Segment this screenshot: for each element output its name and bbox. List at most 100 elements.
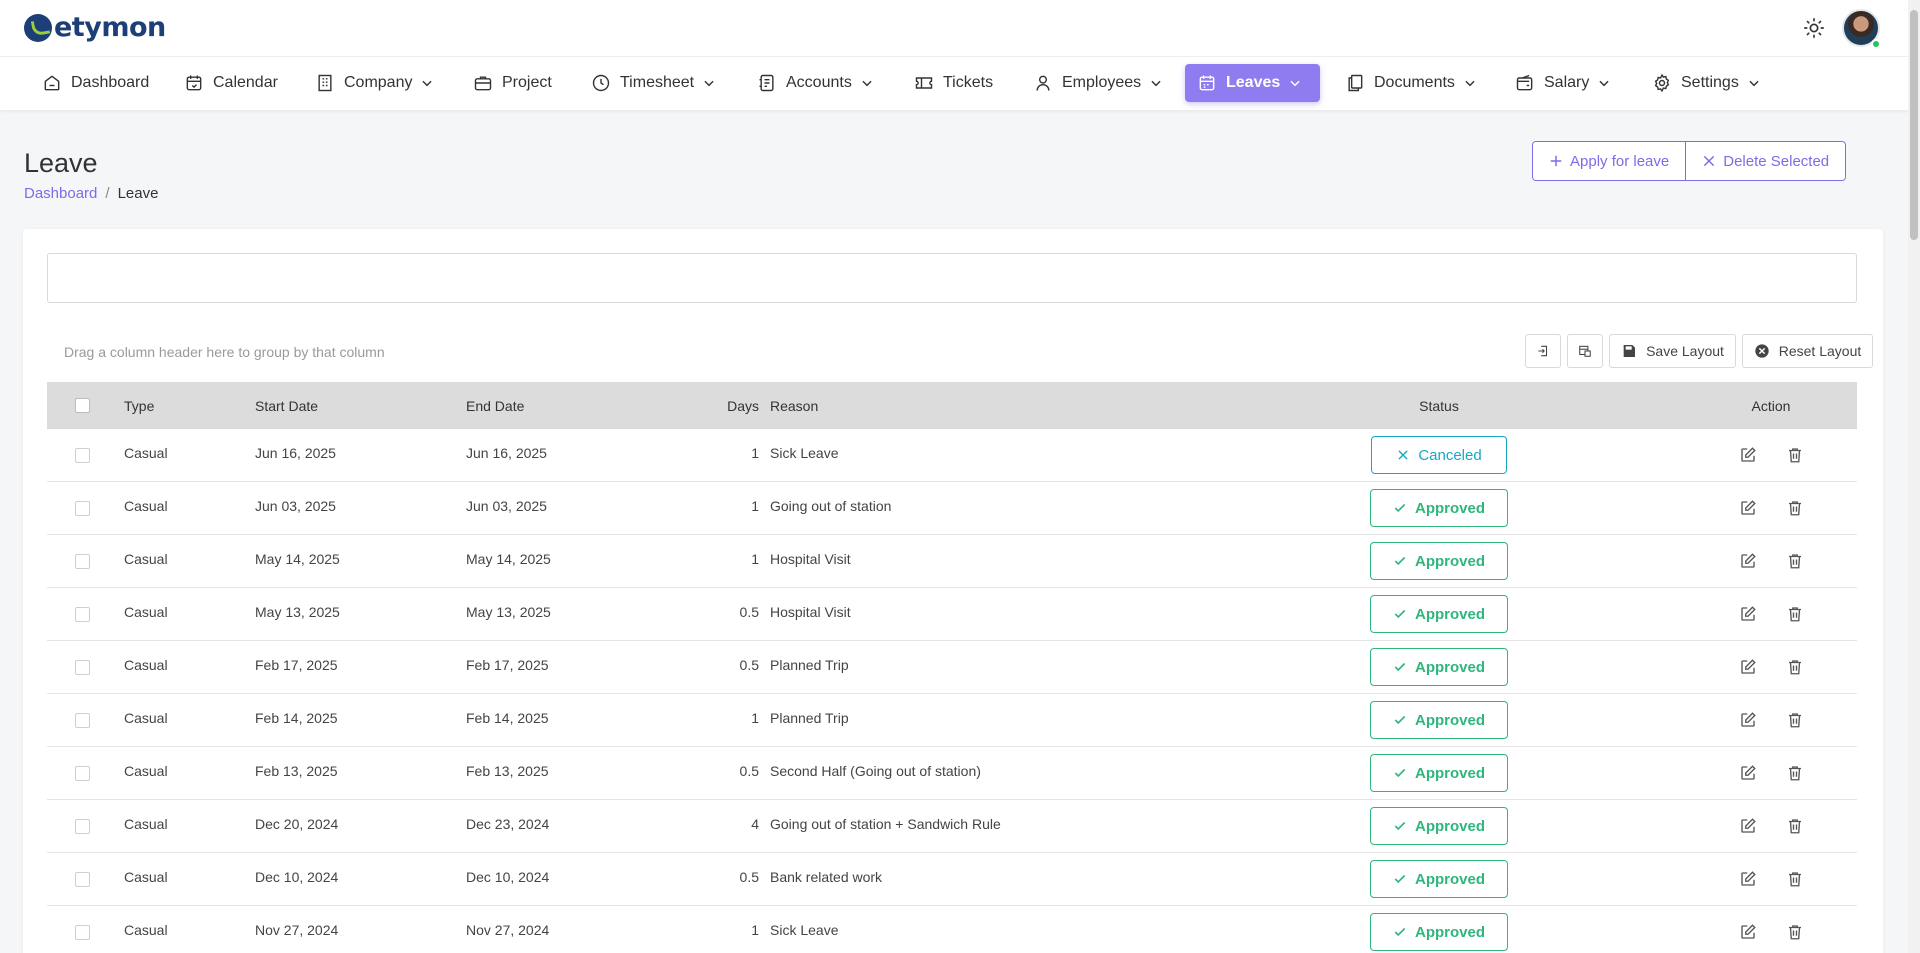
row-checkbox[interactable]: [75, 588, 90, 640]
chevron-down-icon: [422, 80, 433, 87]
row-checkbox[interactable]: [75, 906, 90, 953]
trash-icon[interactable]: [1786, 870, 1804, 888]
brand-logo[interactable]: etymon: [24, 14, 166, 42]
cell-end-date: Nov 27, 2024: [466, 922, 550, 938]
edit-icon[interactable]: [1739, 870, 1757, 888]
edit-icon[interactable]: [1739, 552, 1757, 570]
cell-start-date: Jun 16, 2025: [255, 445, 336, 461]
logo-mark-icon: [24, 14, 52, 42]
trash-icon[interactable]: [1786, 552, 1804, 570]
column-header-reason[interactable]: Reason: [770, 382, 818, 429]
nav-item-dashboard[interactable]: Dashboard: [30, 64, 161, 102]
edit-icon[interactable]: [1739, 817, 1757, 835]
table-row[interactable]: Casual May 14, 2025 May 14, 2025 1 Hospital …: [47, 535, 1857, 588]
row-checkbox[interactable]: [75, 747, 90, 799]
cell-days: 1: [751, 498, 759, 514]
table-row[interactable]: Casual May 13, 2025 May 13, 2025 0.5 Hospita…: [47, 588, 1857, 641]
status-badge[interactable]: Approved: [1370, 595, 1509, 633]
nav-item-company[interactable]: Company: [303, 64, 446, 102]
nav-item-calendar[interactable]: Calendar: [172, 64, 290, 102]
status-badge[interactable]: Approved: [1370, 807, 1509, 845]
table-row[interactable]: Casual Dec 10, 2024 Dec 10, 2024 0.5 Bank re…: [47, 853, 1857, 906]
nav-item-tickets[interactable]: Tickets: [902, 64, 1005, 102]
column-header-end-date[interactable]: End Date: [466, 382, 524, 429]
status-badge[interactable]: Canceled: [1371, 436, 1507, 474]
reset-layout-button[interactable]: Reset Layout: [1742, 334, 1873, 368]
trash-icon[interactable]: [1786, 923, 1804, 941]
row-checkbox[interactable]: [75, 535, 90, 587]
cell-reason: Second Half (Going out of station): [770, 763, 981, 779]
nav-item-timesheet[interactable]: Timesheet: [579, 64, 728, 102]
nav-item-employees[interactable]: Employees: [1021, 64, 1175, 102]
checkbox: [75, 447, 90, 463]
cell-reason: Planned Trip: [770, 710, 849, 726]
trash-icon[interactable]: [1786, 817, 1804, 835]
cell-actions: [1711, 800, 1831, 852]
cell-end-date: Jun 16, 2025: [466, 445, 547, 461]
nav-item-settings[interactable]: Settings: [1640, 64, 1773, 102]
apply-for-leave-button[interactable]: Apply for leave: [1533, 142, 1686, 180]
salary-icon: [1516, 74, 1533, 91]
column-header-start-date[interactable]: Start Date: [255, 382, 318, 429]
delete-selected-button[interactable]: Delete Selected: [1685, 142, 1846, 180]
cell-end-date: May 13, 2025: [466, 604, 551, 620]
cell-status: Approved: [1370, 588, 1509, 640]
group-panel[interactable]: Drag a column header here to group by th…: [47, 324, 1873, 382]
nav-item-documents[interactable]: Documents: [1333, 64, 1489, 102]
trash-icon[interactable]: [1786, 605, 1804, 623]
row-checkbox[interactable]: [75, 482, 90, 534]
save-layout-button[interactable]: Save Layout: [1609, 334, 1736, 368]
table-row[interactable]: Casual Jun 03, 2025 Jun 03, 2025 1 Going out…: [47, 482, 1857, 535]
edit-icon[interactable]: [1739, 923, 1757, 941]
trash-icon[interactable]: [1786, 499, 1804, 517]
edit-icon[interactable]: [1739, 499, 1757, 517]
trash-icon[interactable]: [1786, 446, 1804, 464]
table-row[interactable]: Casual Dec 20, 2024 Dec 23, 2024 4 Going out…: [47, 800, 1857, 853]
trash-icon[interactable]: [1786, 711, 1804, 729]
clock-icon: [592, 74, 610, 92]
trash-icon[interactable]: [1786, 764, 1804, 782]
nav-item-salary[interactable]: Salary: [1503, 64, 1623, 102]
export-icon: [1538, 345, 1548, 357]
status-badge[interactable]: Approved: [1370, 542, 1509, 580]
row-checkbox[interactable]: [75, 694, 90, 746]
nav-item-accounts[interactable]: Accounts: [745, 64, 886, 102]
row-checkbox[interactable]: [75, 641, 90, 693]
row-checkbox[interactable]: [75, 429, 90, 481]
table-row[interactable]: Casual Feb 13, 2025 Feb 13, 2025 0.5 Second …: [47, 747, 1857, 800]
select-all-checkbox[interactable]: [75, 382, 90, 429]
edit-icon[interactable]: [1739, 605, 1757, 623]
status-badge[interactable]: Approved: [1370, 648, 1509, 686]
gear-icon: [1654, 73, 1670, 93]
edit-icon[interactable]: [1739, 711, 1757, 729]
sun-icon[interactable]: [1803, 17, 1825, 39]
edit-icon[interactable]: [1739, 446, 1757, 464]
trash-icon[interactable]: [1786, 658, 1804, 676]
nav-item-leaves[interactable]: Leaves: [1185, 64, 1320, 102]
nav-item-project[interactable]: Project: [461, 64, 564, 102]
breadcrumb-dashboard-link[interactable]: Dashboard: [24, 185, 97, 202]
export-button[interactable]: [1525, 334, 1561, 368]
status-badge[interactable]: Approved: [1370, 754, 1509, 792]
status-badge[interactable]: Approved: [1370, 860, 1509, 898]
edit-icon[interactable]: [1739, 658, 1757, 676]
cell-days: 0.5: [739, 763, 759, 779]
column-header-days[interactable]: Days: [697, 382, 759, 429]
table-row[interactable]: Casual Nov 27, 2024 Nov 27, 2024 1 Sick Leav…: [47, 906, 1857, 953]
page-title: Leave: [24, 148, 98, 178]
status-badge[interactable]: Approved: [1370, 701, 1509, 739]
status-badge[interactable]: Approved: [1370, 913, 1509, 951]
table-row[interactable]: Casual Feb 17, 2025 Feb 17, 2025 0.5 Planned…: [47, 641, 1857, 694]
column-header-type[interactable]: Type: [124, 382, 154, 429]
row-checkbox[interactable]: [75, 800, 90, 852]
status-badge[interactable]: Approved: [1370, 489, 1509, 527]
page-scrollbar[interactable]: [1908, 0, 1920, 953]
scrollbar-thumb[interactable]: [1910, 10, 1918, 240]
table-row[interactable]: Casual Feb 14, 2025 Feb 14, 2025 1 Planned T…: [47, 694, 1857, 747]
column-header-status[interactable]: Status: [1372, 382, 1506, 429]
search-input[interactable]: [47, 253, 1857, 303]
row-checkbox[interactable]: [75, 853, 90, 905]
edit-icon[interactable]: [1739, 764, 1757, 782]
table-row[interactable]: Casual Jun 16, 2025 Jun 16, 2025 1 Sick Leav…: [47, 429, 1857, 482]
column-chooser-button[interactable]: [1567, 334, 1603, 368]
